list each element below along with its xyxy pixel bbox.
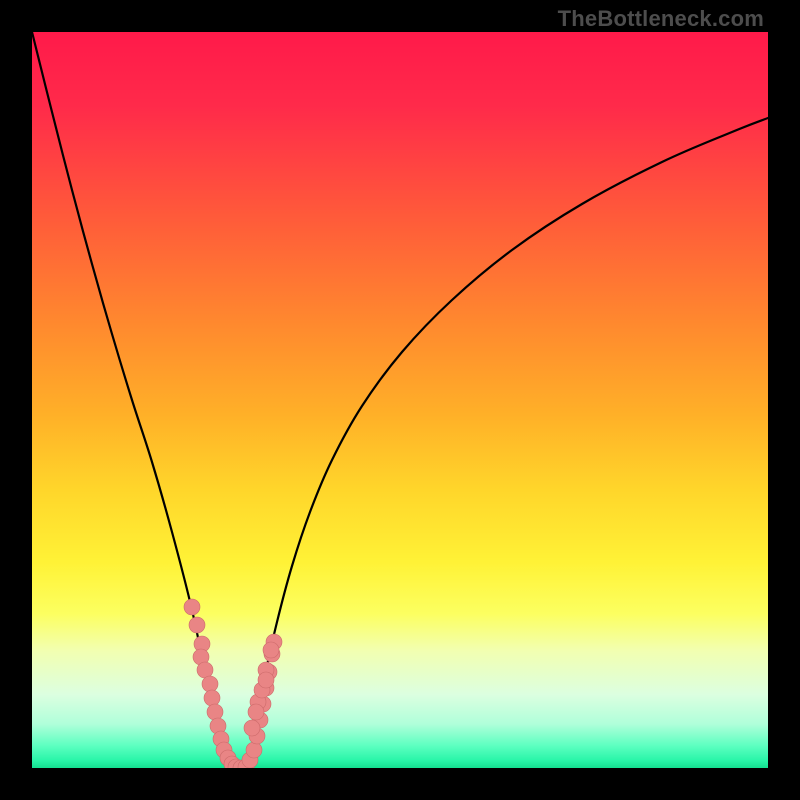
data-point xyxy=(197,662,213,678)
chart-canvas: TheBottleneck.com xyxy=(0,0,800,800)
data-point xyxy=(263,642,279,658)
data-point xyxy=(202,676,218,692)
bottleneck-curve-right xyxy=(246,118,768,768)
data-point xyxy=(207,704,223,720)
data-point xyxy=(189,617,205,633)
data-point xyxy=(258,672,274,688)
data-point xyxy=(248,704,264,720)
curve-overlay xyxy=(32,32,768,768)
data-point xyxy=(244,720,260,736)
data-point xyxy=(204,690,220,706)
data-point xyxy=(246,742,262,758)
plot-area xyxy=(32,32,768,768)
data-point xyxy=(184,599,200,615)
attribution-label: TheBottleneck.com xyxy=(558,6,764,32)
